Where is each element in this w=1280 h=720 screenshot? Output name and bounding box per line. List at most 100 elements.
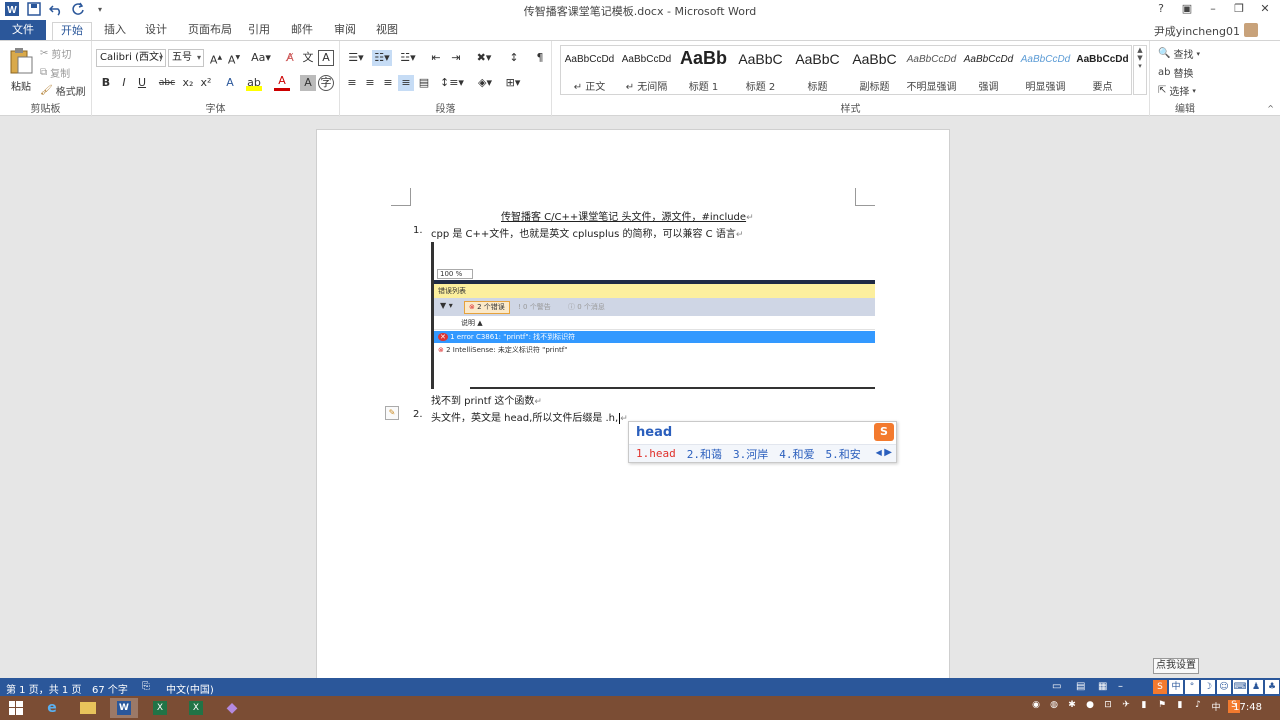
paste-options-icon[interactable]: ✎ bbox=[385, 406, 399, 420]
style-no-spacing[interactable]: AaBbCcDd ↵ 无间隔 bbox=[618, 46, 675, 94]
proofing-icon[interactable]: ⎘ bbox=[142, 681, 150, 692]
ime-emoji-icon[interactable]: ☺ bbox=[1217, 680, 1231, 694]
ie-icon[interactable]: e bbox=[38, 698, 66, 718]
tray-icon[interactable]: ◉ bbox=[1030, 700, 1042, 713]
close-button[interactable]: ✕ bbox=[1254, 1, 1276, 17]
ime-moon-icon[interactable]: ☽ bbox=[1201, 680, 1215, 694]
style-intense-emphasis[interactable]: AaBbCcDd 明显强调 bbox=[1017, 46, 1074, 94]
list-item-1[interactable]: cpp 是 C++文件，也就是英文 cplusplus 的简称，可以兼容 C 语… bbox=[431, 225, 743, 240]
style-emphasis[interactable]: AaBbCcDd 强调 bbox=[960, 46, 1017, 94]
embedded-screenshot[interactable]: 100 % 错误列表 ▼ ▾ ⊗ 2 个错误 ! 0 个警告 ⓘ 0 个消息 说… bbox=[431, 242, 875, 389]
bullets-icon[interactable]: ☰▾ bbox=[346, 50, 366, 66]
print-layout-icon[interactable]: ▤ bbox=[1076, 681, 1085, 692]
copy-button[interactable]: ⧉ 复制 bbox=[40, 65, 70, 80]
char-shading-icon[interactable]: A bbox=[300, 75, 316, 91]
tab-file[interactable]: 文件 bbox=[0, 20, 46, 40]
ime-candidate[interactable]: 4.和爱 bbox=[779, 446, 814, 462]
page-count[interactable]: 第 1 页，共 1 页 bbox=[6, 681, 81, 696]
user-account[interactable]: 尹成yincheng01 bbox=[1154, 23, 1240, 39]
excel-taskbar-icon[interactable]: X bbox=[146, 698, 174, 718]
font-size-combo[interactable]: 五号 ▾ bbox=[168, 49, 204, 67]
tray-icon[interactable]: ⊡ bbox=[1102, 700, 1114, 713]
style-heading-1[interactable]: AaBb 标题 1 bbox=[675, 46, 732, 94]
sogou-icon[interactable]: S bbox=[1153, 680, 1167, 694]
highlight-icon[interactable]: ab bbox=[246, 75, 262, 91]
borders-icon[interactable]: ⊞▾ bbox=[502, 75, 524, 91]
minimize-button[interactable]: – bbox=[1202, 1, 1224, 17]
style-normal[interactable]: AaBbCcDd ↵ 正文 bbox=[561, 46, 618, 94]
ime-shirt-icon[interactable]: ♣ bbox=[1265, 680, 1279, 694]
tray-icon[interactable]: ◍ bbox=[1048, 700, 1060, 713]
ime-candidate[interactable]: 2.和蔼 bbox=[687, 446, 722, 462]
doc-header-line[interactable]: 传智播客 C/C++课堂笔记 头文件，源文件，#include↵ bbox=[501, 208, 754, 223]
ime-settings-tooltip[interactable]: 点我设置 bbox=[1153, 658, 1199, 674]
multilevel-list-icon[interactable]: ☳▾ bbox=[398, 50, 418, 66]
document-page[interactable]: 传智播客 C/C++课堂笔记 头文件，源文件，#include↵ 1. cpp … bbox=[316, 129, 950, 689]
ime-page-arrows[interactable]: ◀ ▶ bbox=[876, 447, 892, 458]
tray-icon[interactable]: ● bbox=[1084, 700, 1096, 713]
bold-icon[interactable]: B bbox=[98, 75, 114, 91]
underline-icon[interactable]: U bbox=[134, 75, 150, 91]
shrink-font-icon[interactable]: A▼ bbox=[226, 50, 242, 67]
word-taskbar-icon[interactable]: W bbox=[110, 698, 138, 718]
ime-candidate[interactable]: 3.河岸 bbox=[733, 446, 768, 462]
ime-candidate[interactable]: 5.和安 bbox=[826, 446, 861, 462]
excel-2-taskbar-icon[interactable]: X bbox=[182, 698, 210, 718]
font-color-icon[interactable]: A bbox=[274, 75, 290, 91]
ime-candidate[interactable]: 1.head bbox=[636, 447, 676, 460]
web-layout-icon[interactable]: ▦ bbox=[1098, 681, 1107, 692]
line-spacing-icon[interactable]: ↕≡▾ bbox=[440, 75, 464, 91]
tab-mailings[interactable]: 邮件 bbox=[283, 22, 321, 40]
text-effects-icon[interactable]: A bbox=[222, 75, 238, 91]
language-indicator[interactable]: 中文(中国) bbox=[166, 681, 214, 696]
replace-button[interactable]: ab 替换 bbox=[1158, 65, 1193, 80]
clear-format-icon[interactable]: A̸ bbox=[282, 50, 298, 66]
font-name-combo[interactable]: Calibri (西文) ▾ bbox=[96, 49, 166, 67]
visual-studio-icon[interactable]: ◆ bbox=[218, 698, 246, 718]
numbering-icon[interactable]: ☷▾ bbox=[372, 50, 392, 66]
tab-review[interactable]: 审阅 bbox=[326, 22, 364, 40]
strikethrough-icon[interactable]: abc bbox=[156, 75, 178, 91]
align-center-icon[interactable]: ≡ bbox=[362, 75, 378, 91]
align-left-icon[interactable]: ≡ bbox=[344, 75, 360, 91]
increase-indent-icon[interactable]: ⇥ bbox=[448, 50, 464, 66]
tab-design[interactable]: 设计 bbox=[137, 22, 175, 40]
start-icon[interactable] bbox=[2, 698, 30, 718]
align-right-icon[interactable]: ≡ bbox=[380, 75, 396, 91]
tab-home[interactable]: 开始 bbox=[52, 22, 92, 40]
paste-button[interactable]: 粘贴 bbox=[6, 47, 36, 93]
network-icon[interactable]: ▮ bbox=[1138, 700, 1150, 713]
distributed-icon[interactable]: ▤ bbox=[416, 75, 432, 91]
superscript-icon[interactable]: x² bbox=[198, 75, 214, 91]
ime-keyboard-icon[interactable]: ⌨ bbox=[1233, 680, 1247, 694]
help-button[interactable]: ? bbox=[1150, 1, 1172, 17]
collapse-ribbon-icon[interactable]: ^ bbox=[1267, 104, 1274, 113]
avatar[interactable] bbox=[1244, 23, 1258, 37]
tab-insert[interactable]: 插入 bbox=[96, 22, 134, 40]
shading-icon[interactable]: ◈▾ bbox=[474, 75, 496, 91]
caption-line[interactable]: 找不到 printf 这个函数↵ bbox=[431, 392, 542, 407]
find-button[interactable]: 🔍 查找 ▾ bbox=[1158, 46, 1200, 61]
tab-view[interactable]: 视图 bbox=[368, 22, 406, 40]
style-subtitle[interactable]: AaBbC 副标题 bbox=[846, 46, 903, 94]
ime-chinese-icon[interactable]: 中 bbox=[1169, 680, 1183, 694]
change-case-icon[interactable]: Aa▾ bbox=[250, 50, 272, 66]
select-button[interactable]: ⇱ 选择 ▾ bbox=[1158, 83, 1196, 98]
style-subtle-emphasis[interactable]: AaBbCcDd 不明显强调 bbox=[903, 46, 960, 94]
volume-icon[interactable]: ♪ bbox=[1192, 700, 1204, 713]
restore-button[interactable]: ❐ bbox=[1228, 1, 1250, 17]
show-marks-icon[interactable]: ¶ bbox=[532, 50, 548, 66]
italic-icon[interactable]: I bbox=[116, 75, 132, 91]
styles-scroll[interactable]: ▲ ▼ ▾ bbox=[1133, 45, 1147, 95]
ribbon-display-button[interactable]: ▣ bbox=[1176, 1, 1198, 17]
flag-icon[interactable]: ⚑ bbox=[1156, 700, 1168, 713]
word-count[interactable]: 67 个字 bbox=[92, 681, 128, 696]
justify-icon[interactable]: ≡ bbox=[398, 75, 414, 91]
style-strong[interactable]: AaBbCcDd 要点 bbox=[1074, 46, 1131, 94]
ime-tray-icon[interactable]: 中 bbox=[1210, 700, 1222, 713]
bluetooth-icon[interactable]: ✱ bbox=[1066, 700, 1078, 713]
tab-page-layout[interactable]: 页面布局 bbox=[180, 22, 240, 40]
sort-icon[interactable]: ↕ bbox=[506, 50, 522, 66]
signal-icon[interactable]: ▮ bbox=[1174, 700, 1186, 713]
clock[interactable]: 17:48 bbox=[1233, 702, 1262, 713]
